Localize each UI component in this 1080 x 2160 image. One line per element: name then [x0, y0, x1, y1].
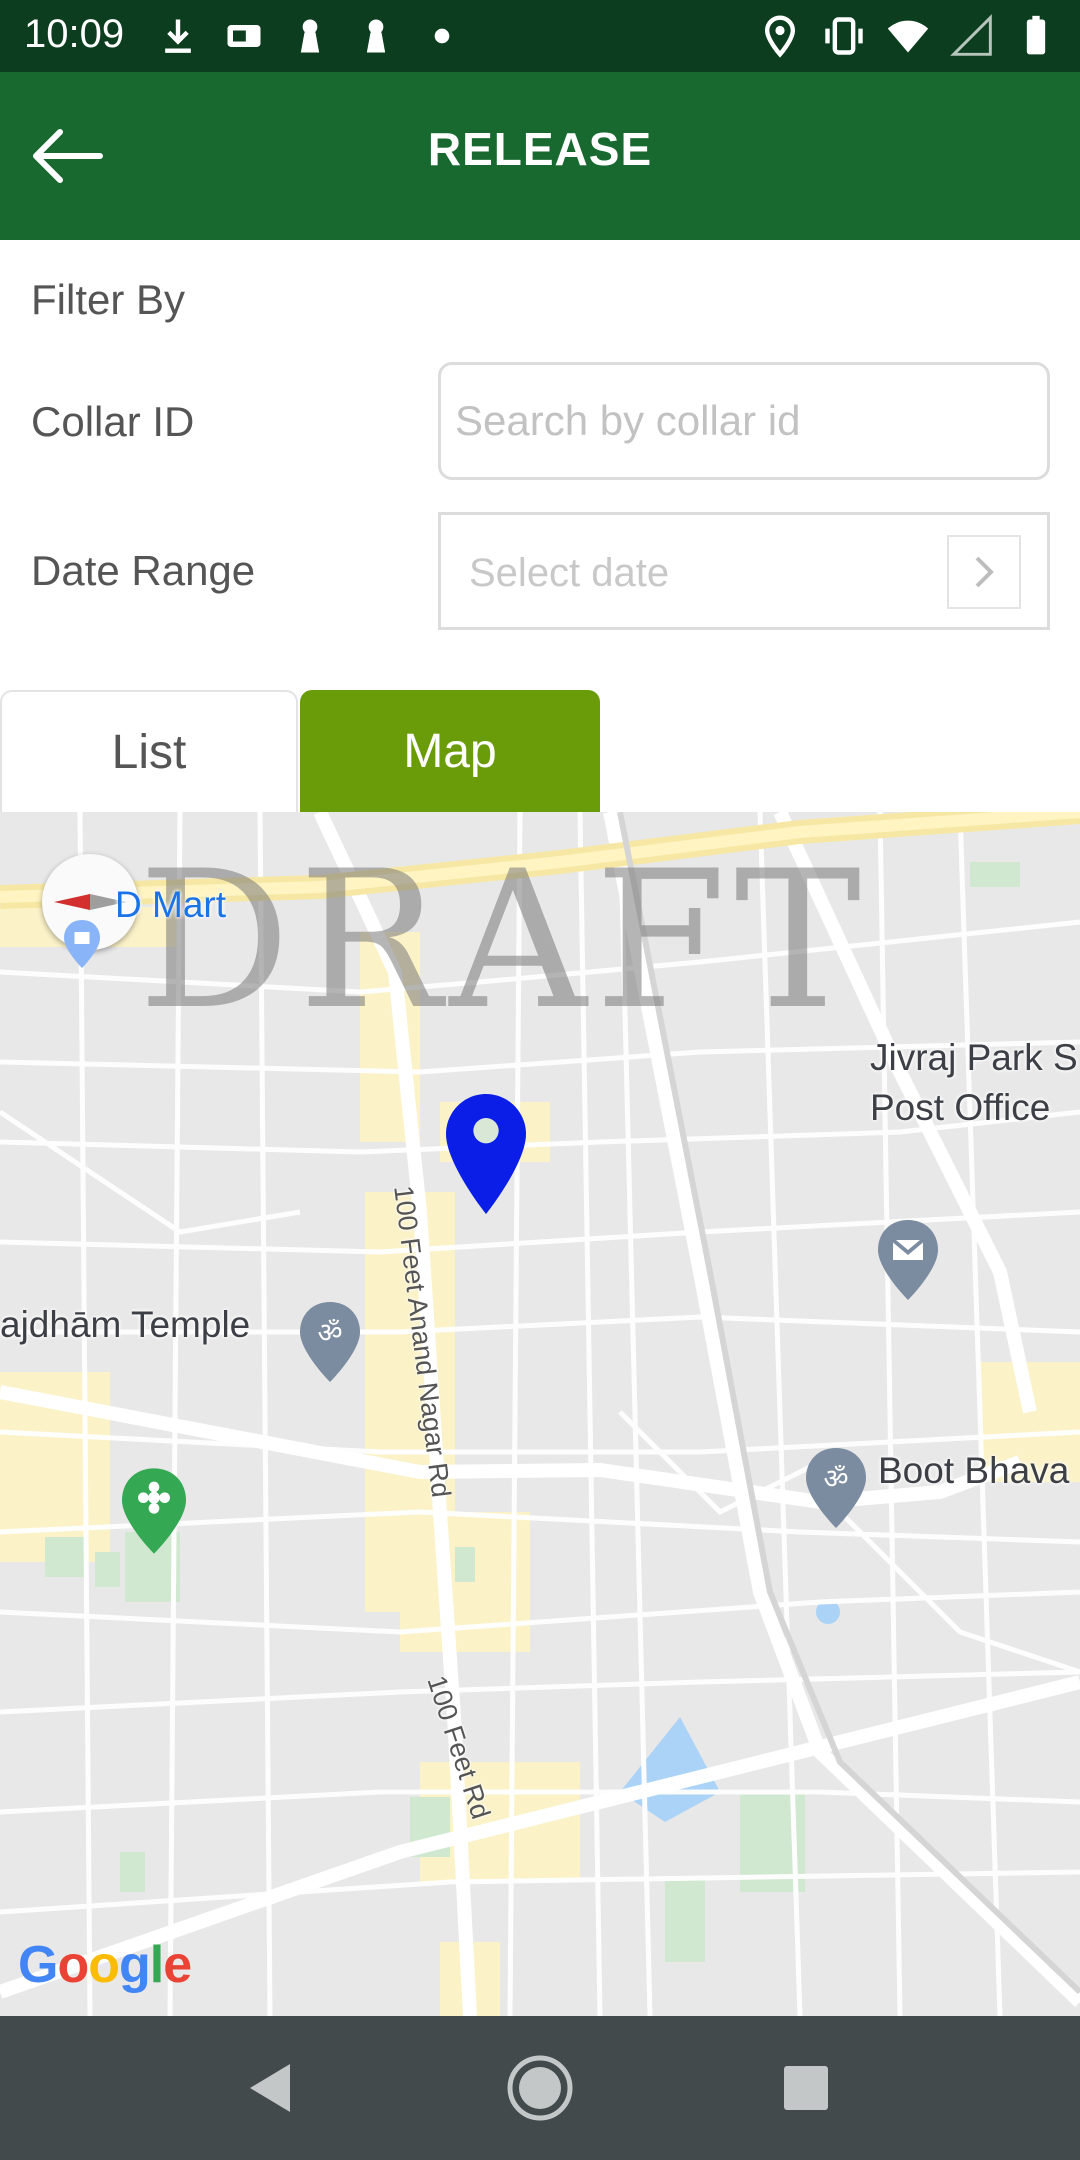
map-label-boot-bhavan[interactable]: Boot Bhava: [878, 1450, 1069, 1492]
back-triangle-icon: [250, 2064, 290, 2112]
map-tiles: [0, 812, 1080, 2016]
map-view[interactable]: DRAFT D Mart Jivraj Park S Post Office a…: [0, 812, 1080, 2016]
nav-home-button[interactable]: [504, 2052, 576, 2124]
signal-icon: [950, 14, 992, 56]
app-bar: RELEASE: [0, 72, 1080, 240]
battery-icon: [1026, 15, 1046, 55]
vibrate-icon: [825, 17, 863, 55]
collar-id-search-input[interactable]: [438, 362, 1050, 480]
nav-back-button[interactable]: [234, 2052, 306, 2124]
keyhole-icon: [366, 19, 386, 53]
google-logo: Google: [18, 1936, 192, 1994]
status-bar: 10:09: [0, 0, 1080, 72]
status-time: 10:09: [24, 12, 125, 56]
page-title: RELEASE: [427, 123, 653, 175]
chevron-right-icon[interactable]: [947, 535, 1021, 609]
date-range-picker[interactable]: Select date: [438, 512, 1050, 630]
system-nav-bar: [0, 2016, 1080, 2160]
map-label-temple[interactable]: ajdhām Temple: [0, 1304, 250, 1346]
map-label-post-office[interactable]: Post Office: [870, 1087, 1050, 1129]
status-right-icons: [758, 10, 1058, 62]
boot-bhavan-pin-icon[interactable]: ॐ: [806, 1448, 866, 1528]
temple-pin-icon[interactable]: ॐ: [300, 1302, 360, 1382]
date-placeholder: Select date: [469, 551, 670, 595]
wifi-icon: [887, 20, 929, 53]
status-left-icons: [156, 10, 464, 62]
recents-square-icon: [784, 2066, 828, 2110]
keyhole-icon: [300, 19, 320, 53]
svg-text:ॐ: ॐ: [317, 1317, 342, 1349]
garden-pin-icon[interactable]: [122, 1468, 186, 1554]
location-pin-icon[interactable]: [446, 1094, 526, 1214]
dmart-place-icon[interactable]: [64, 920, 100, 968]
post-office-pin-icon[interactable]: [878, 1220, 938, 1300]
svg-text:ॐ: ॐ: [823, 1463, 848, 1495]
collar-id-label: Collar ID: [31, 398, 195, 445]
date-range-label: Date Range: [31, 547, 256, 594]
map-label-dmart[interactable]: D Mart: [115, 884, 226, 926]
cast-icon: [227, 25, 261, 47]
tab-map[interactable]: Map: [300, 690, 600, 812]
home-circle-icon: [507, 2055, 573, 2121]
nav-recents-button[interactable]: [770, 2052, 842, 2124]
tab-list[interactable]: List: [0, 690, 298, 812]
map-label-jivraj-park[interactable]: Jivraj Park S: [870, 1037, 1078, 1079]
download-icon: [165, 19, 191, 53]
dot-icon: [434, 28, 450, 44]
location-icon: [764, 15, 796, 58]
filter-title: Filter By: [31, 276, 186, 323]
